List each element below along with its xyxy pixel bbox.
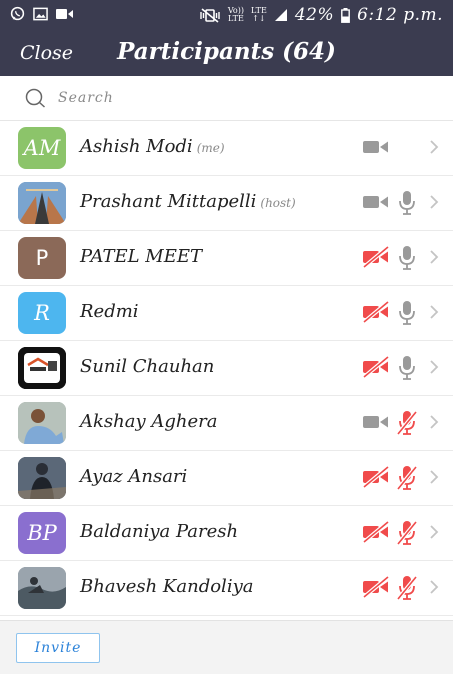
avatar: P [18, 237, 66, 279]
mic-on-icon [399, 246, 415, 270]
participant-name-text: Prashant Mittapelli [80, 191, 257, 212]
video-off-icon [362, 520, 390, 544]
chevron-right-icon [430, 140, 439, 154]
participant-row[interactable]: Akshay Aghera [0, 396, 453, 451]
avatar-photo [18, 457, 66, 499]
participant-role: (me) [196, 141, 225, 155]
participant-name-text: Redmi [80, 301, 139, 322]
avatar-initials: P [35, 246, 49, 270]
avatar [18, 182, 66, 224]
avatar-photo [18, 567, 66, 609]
avatar: BP [18, 512, 66, 554]
gallery-icon [33, 7, 48, 20]
video-off-icon [362, 575, 390, 599]
avatar-initials: AM [23, 136, 61, 160]
participant-row[interactable]: R Redmi [0, 286, 453, 341]
participant-name: Baldaniya Paresh [80, 521, 238, 542]
participant-name-text: PATEL MEET [80, 246, 203, 267]
chevron-right-icon [430, 470, 439, 484]
search-icon [25, 88, 46, 108]
participant-name-text: Sunil Chauhan [80, 356, 215, 377]
participant-name-text: Bhavesh Kandoliya [80, 576, 254, 597]
lte-indicator: LTE ↑↓ [250, 6, 267, 23]
chevron-right-icon [430, 250, 439, 264]
video-off-icon [362, 355, 390, 379]
participant-row[interactable]: Sunil Chauhan [0, 341, 453, 396]
participant-name: Prashant Mittapelli (host) [80, 191, 296, 212]
status-bar: Vo)) LTE LTE ↑↓ 42% 6:12 p.m. [0, 0, 453, 30]
mic-on-icon [399, 191, 415, 215]
participant-role: (host) [260, 196, 296, 210]
avatar [18, 567, 66, 609]
avatar: R [18, 292, 66, 334]
avatar [18, 457, 66, 499]
chevron-right-icon [430, 525, 439, 539]
participant-row[interactable]: Prashant Mittapelli (host) [0, 176, 453, 231]
whatsapp-icon [10, 6, 25, 21]
chevron-right-icon [430, 580, 439, 594]
footer-bar: Invite [0, 620, 453, 674]
mic-on-icon [399, 356, 415, 380]
chevron-right-icon [430, 415, 439, 429]
avatar-initials: BP [27, 521, 57, 545]
participant-name: Redmi [80, 301, 139, 322]
participant-name-text: Ashish Modi [80, 136, 193, 157]
search-input[interactable] [56, 84, 420, 112]
participant-name-text: Baldaniya Paresh [80, 521, 239, 542]
video-off-icon [362, 245, 390, 269]
signal-icon [274, 9, 287, 21]
participant-name: Ayaz Ansari [80, 466, 187, 487]
avatar-photo [18, 402, 66, 444]
chevron-right-icon [430, 305, 439, 319]
participant-row[interactable]: P PATEL MEET [0, 231, 453, 286]
chevron-right-icon [430, 195, 439, 209]
participant-name-text: Akshay Aghera [80, 411, 218, 432]
participant-row[interactable]: AM Ashish Modi (me) [0, 121, 453, 176]
participant-row[interactable]: Bhavesh Kandoliya [0, 561, 453, 616]
vibrate-mute-icon [200, 7, 220, 23]
search-bar [0, 76, 453, 121]
mic-off-icon [396, 575, 418, 601]
volte-indicator: Vo)) LTE [227, 6, 244, 23]
participant-list: AM Ashish Modi (me) Prashant Mittapelli (h… [0, 121, 453, 616]
avatar-photo [18, 347, 66, 389]
battery-icon [341, 7, 351, 23]
participant-name: Ashish Modi (me) [80, 136, 225, 157]
mic-off-icon [396, 520, 418, 546]
video-on-icon [363, 196, 388, 208]
avatar [18, 347, 66, 389]
page-title: Participants (64) [117, 38, 336, 65]
video-on-icon [363, 416, 388, 428]
avatar-initials: R [34, 301, 50, 325]
participant-name: Bhavesh Kandoliya [80, 576, 253, 597]
video-off-icon [362, 300, 390, 324]
avatar-photo [18, 182, 66, 224]
mic-on-icon [399, 301, 415, 325]
battery-percent: 42% [294, 5, 335, 25]
participant-row[interactable]: BP Baldaniya Paresh [0, 506, 453, 561]
video-off-icon [362, 465, 390, 489]
mic-off-icon [396, 410, 418, 436]
header-bar: Close Participants (64) [0, 30, 453, 76]
chevron-right-icon [430, 360, 439, 374]
video-notification-icon [56, 8, 73, 19]
invite-button[interactable]: Invite [16, 633, 100, 663]
avatar [18, 402, 66, 444]
video-on-icon [363, 141, 388, 153]
mic-off-icon [396, 465, 418, 491]
participant-row[interactable]: Ayaz Ansari [0, 451, 453, 506]
participant-name-text: Ayaz Ansari [80, 466, 188, 487]
participant-name: PATEL MEET [80, 246, 202, 267]
participant-name: Akshay Aghera [80, 411, 217, 432]
clock: 6:12 p.m. [357, 5, 443, 25]
avatar: AM [18, 127, 66, 169]
participant-name: Sunil Chauhan [80, 356, 214, 377]
